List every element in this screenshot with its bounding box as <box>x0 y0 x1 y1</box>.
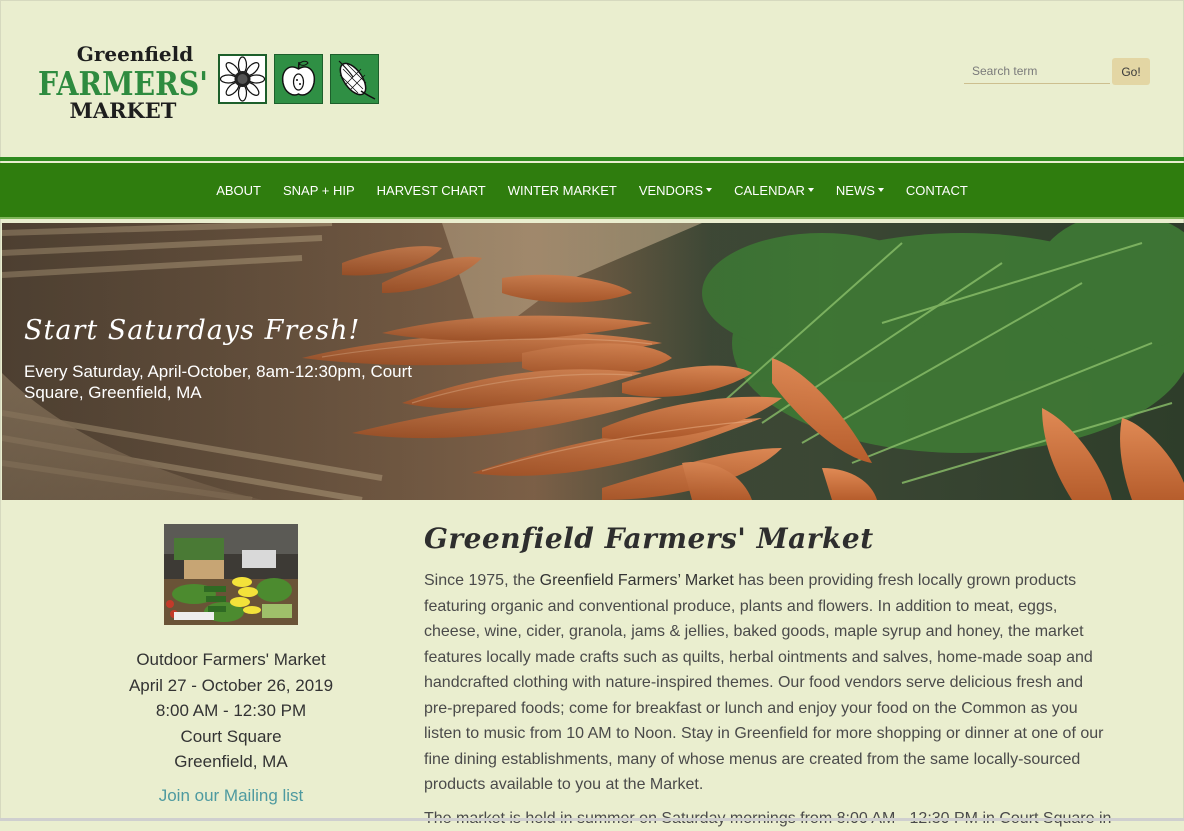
nav-item-contact[interactable]: CONTACT <box>895 183 979 198</box>
market-info-line: Greenfield, MA <box>174 752 288 771</box>
nav-item-calendar[interactable]: CALENDAR <box>723 183 825 198</box>
main-content: Greenfield Farmers' Market Since 1975, t… <box>424 522 1124 827</box>
market-info-line: 8:00 AM - 12:30 PM <box>155 701 307 720</box>
nav-item-label: WINTER MARKET <box>507 182 617 198</box>
nav-item-label: ABOUT <box>216 182 261 198</box>
market-info: Outdoor Farmers' Market April 27 - Octobe… <box>100 647 362 775</box>
hero-subtitle: Every Saturday, April-October, 8am-12:30… <box>24 362 413 402</box>
market-info-line: April 27 - October 26, 2019 <box>128 675 334 695</box>
site-logo[interactable]: Greenfield FARMERS' MARKET <box>38 42 388 123</box>
nav-item-about[interactable]: ABOUT <box>205 183 272 198</box>
market-info-line: Outdoor Farmers' Market <box>136 650 326 669</box>
nav-item-label: HARVEST CHART <box>376 182 486 198</box>
search-input[interactable] <box>964 58 1110 84</box>
nav-item-label: NEWS <box>835 182 875 198</box>
nav-item-vendors[interactable]: VENDORS <box>628 183 723 198</box>
market-stall-thumbnail[interactable] <box>164 524 298 625</box>
hero-banner: Start Saturdays Fresh! Every Saturday, A… <box>2 223 1184 500</box>
site-header: Greenfield FARMERS' MARKET Search term G… <box>0 0 1184 158</box>
nav-item-winter-market[interactable]: WINTER MARKET <box>497 183 628 198</box>
caret-down-icon <box>706 188 713 192</box>
caret-down-icon <box>877 188 884 192</box>
apple-icon <box>274 54 323 104</box>
nav-item-harvest-chart[interactable]: HARVEST CHART <box>366 183 497 198</box>
page-title: Greenfield Farmers' Market <box>424 522 874 555</box>
nav-item-snap-hip[interactable]: SNAP + HIP <box>272 183 366 198</box>
logo-line-market: MARKET <box>69 98 177 123</box>
nav-item-label: CALENDAR <box>734 182 805 198</box>
nav-item-label: CONTACT <box>905 182 968 198</box>
logo-wordmark: Greenfield FARMERS' MARKET <box>38 42 210 123</box>
intro-paragraph: Since 1975, the Greenfield Farmers’ Mark… <box>424 568 1104 798</box>
nav-item-news[interactable]: NEWS <box>825 183 895 198</box>
logo-line-greenfield: Greenfield <box>76 42 194 66</box>
main-nav: ABOUT SNAP + HIP HARVEST CHART WINTER MARKE… <box>0 163 1184 219</box>
intro-body: has been providing fresh locally grown p… <box>424 572 1104 793</box>
search-go-button[interactable]: Go! <box>1112 58 1150 85</box>
hero-title: Start Saturdays Fresh! <box>24 315 361 346</box>
sunflower-icon <box>218 54 267 104</box>
corn-icon <box>330 54 379 104</box>
market-info-line: Court Square <box>180 726 282 746</box>
intro-market-name: Greenfield Farmers’ Market <box>539 572 734 589</box>
nav-divider <box>0 157 1184 161</box>
caret-down-icon <box>807 188 814 192</box>
nav-item-label: SNAP + HIP <box>283 182 355 198</box>
nav-items: ABOUT SNAP + HIP HARVEST CHART WINTER MARKE… <box>0 163 1184 217</box>
intro-prefix: Since 1975, the <box>424 572 540 589</box>
search-form: Go! <box>964 58 1150 85</box>
mailing-list-link[interactable]: Join our Mailing list <box>100 786 362 806</box>
nav-item-label: VENDORS <box>638 182 704 198</box>
